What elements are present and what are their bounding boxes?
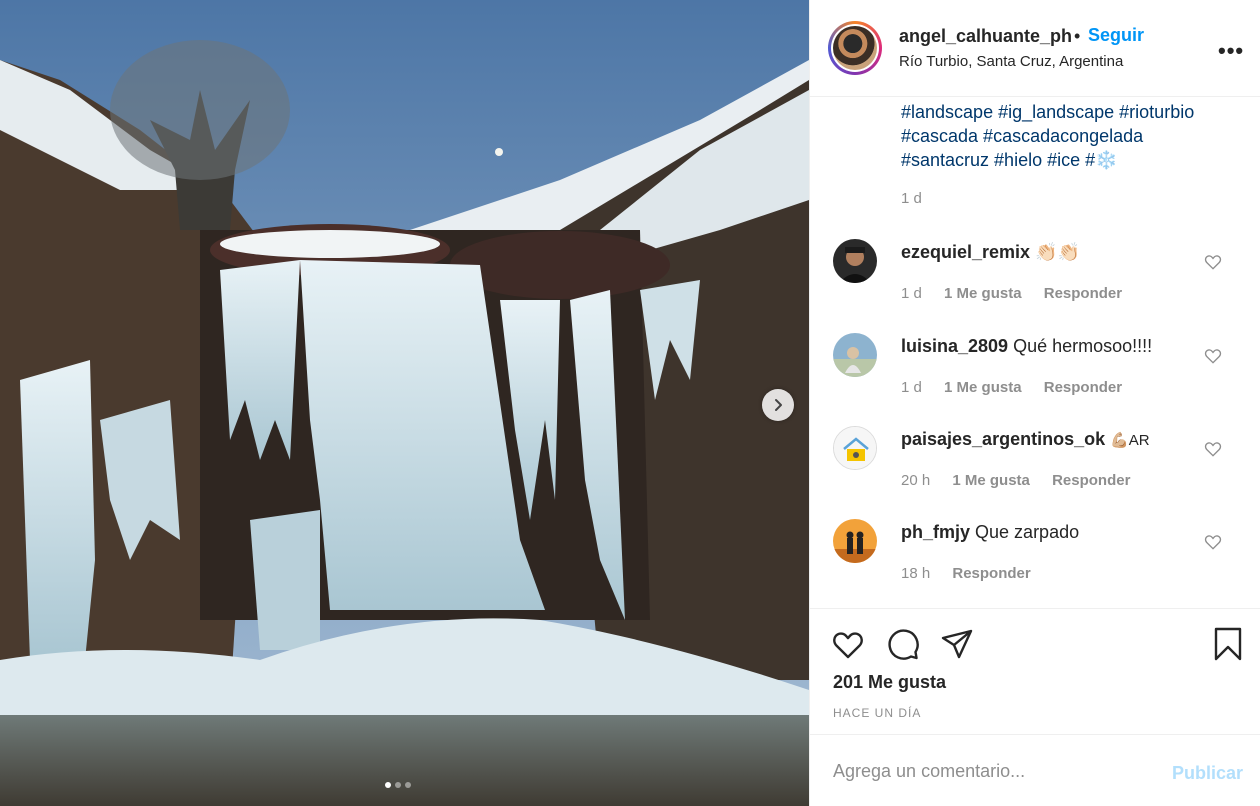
comment-username[interactable]: luisina_2809 xyxy=(901,336,1008,356)
commenter-avatar[interactable] xyxy=(833,239,877,283)
caption-timestamp[interactable]: 1 d xyxy=(901,190,922,207)
comment-likes[interactable]: 1 Me gusta xyxy=(944,379,1022,396)
comment-item: ezequiel_remix 👏🏻👏🏻 1 d 1 Me gusta Respo… xyxy=(810,239,1260,329)
frozen-waterfall-photo xyxy=(0,0,809,806)
comment-text: luisina_2809 Qué hermosoo!!!! xyxy=(901,336,1152,357)
heart-outline-icon[interactable] xyxy=(1203,346,1223,366)
reply-button[interactable]: Responder xyxy=(952,565,1030,582)
comment-text: ph_fmjy Que zarpado xyxy=(901,522,1079,543)
post-actions: 201 Me gusta HACE UN DÍA xyxy=(810,609,1260,735)
post-location[interactable]: Río Turbio, Santa Cruz, Argentina xyxy=(899,53,1123,70)
comment-text: ezequiel_remix 👏🏻👏🏻 xyxy=(901,242,1080,263)
post-timestamp[interactable]: HACE UN DÍA xyxy=(833,706,921,720)
like-heart-icon[interactable] xyxy=(830,626,866,662)
heart-outline-icon[interactable] xyxy=(1203,439,1223,459)
commenter-avatar[interactable] xyxy=(833,426,877,470)
post-header: angel_calhuante_ph • Seguir Río Turbio, … xyxy=(810,0,1260,97)
likes-count[interactable]: 201 Me gusta xyxy=(833,672,946,693)
comments-list[interactable]: #landscape #ig_landscape #rioturbio #cas… xyxy=(810,97,1260,609)
comment-body: 💪🏼AR xyxy=(1110,432,1150,449)
comment-item: paisajes_argentinos_ok 💪🏼AR 20 h 1 Me gu… xyxy=(810,426,1260,516)
commenter-avatar[interactable] xyxy=(833,333,877,377)
comment-username[interactable]: ph_fmjy xyxy=(901,522,970,542)
next-slide-button[interactable] xyxy=(762,389,794,421)
comment-body: Qué hermosoo!!!! xyxy=(1013,336,1153,356)
save-bookmark-icon[interactable] xyxy=(1210,626,1246,662)
caption-line[interactable]: #landscape #ig_landscape #rioturbio xyxy=(901,100,1241,124)
comment-body: Que zarpado xyxy=(975,522,1080,542)
comment-input[interactable] xyxy=(833,758,1153,784)
comment-meta: 20 h 1 Me gusta Responder xyxy=(901,472,1148,489)
comment-item: ph_fmjy Que zarpado 18 h Responder xyxy=(810,519,1260,608)
reply-button[interactable]: Responder xyxy=(1052,472,1130,489)
comment-meta: 1 d 1 Me gusta Responder xyxy=(901,379,1140,396)
separator-bullet: • xyxy=(1074,26,1081,46)
share-paper-plane-icon[interactable] xyxy=(939,626,975,662)
post-side-panel: angel_calhuante_ph • Seguir Río Turbio, … xyxy=(809,0,1260,806)
author-avatar-image xyxy=(833,26,877,70)
reply-button[interactable]: Responder xyxy=(1044,379,1122,396)
comment-time[interactable]: 18 h xyxy=(901,565,930,582)
comment-body: 👏🏻👏🏻 xyxy=(1035,242,1080,262)
carousel-dot-2 xyxy=(395,782,401,788)
comment-time[interactable]: 20 h xyxy=(901,472,930,489)
carousel-indicator xyxy=(385,782,411,788)
comment-username[interactable]: paisajes_argentinos_ok xyxy=(901,429,1105,449)
comment-text: paisajes_argentinos_ok 💪🏼AR xyxy=(901,429,1150,450)
post-caption: #landscape #ig_landscape #rioturbio #cas… xyxy=(901,100,1241,172)
comment-username[interactable]: ezequiel_remix xyxy=(901,242,1030,262)
more-options-button[interactable]: ••• xyxy=(1218,38,1244,64)
comment-item: luisina_2809 Qué hermosoo!!!! 1 d 1 Me g… xyxy=(810,333,1260,423)
comment-time[interactable]: 1 d xyxy=(901,379,922,396)
comment-likes[interactable]: 1 Me gusta xyxy=(944,285,1022,302)
heart-outline-icon[interactable] xyxy=(1203,252,1223,272)
author-username[interactable]: angel_calhuante_ph xyxy=(899,26,1072,47)
comment-meta: 1 d 1 Me gusta Responder xyxy=(901,285,1140,302)
post-photo[interactable] xyxy=(0,0,809,806)
follow-button[interactable]: Seguir xyxy=(1088,25,1144,46)
publish-button[interactable]: Publicar xyxy=(1172,763,1243,784)
author-avatar[interactable] xyxy=(828,21,882,75)
add-comment-bar: Publicar xyxy=(810,735,1260,806)
comment-likes[interactable]: 1 Me gusta xyxy=(952,472,1030,489)
comment-meta: 18 h Responder xyxy=(901,565,1049,582)
carousel-dot-1 xyxy=(385,782,391,788)
comment-time[interactable]: 1 d xyxy=(901,285,922,302)
chevron-right-icon xyxy=(775,399,782,411)
heart-outline-icon[interactable] xyxy=(1203,532,1223,552)
comment-bubble-icon[interactable] xyxy=(885,626,921,662)
caption-line[interactable]: #cascada #cascadacongelada xyxy=(901,124,1241,148)
reply-button[interactable]: Responder xyxy=(1044,285,1122,302)
commenter-avatar[interactable] xyxy=(833,519,877,563)
carousel-dot-3 xyxy=(405,782,411,788)
caption-line[interactable]: #santacruz #hielo #ice #❄️ xyxy=(901,148,1241,172)
